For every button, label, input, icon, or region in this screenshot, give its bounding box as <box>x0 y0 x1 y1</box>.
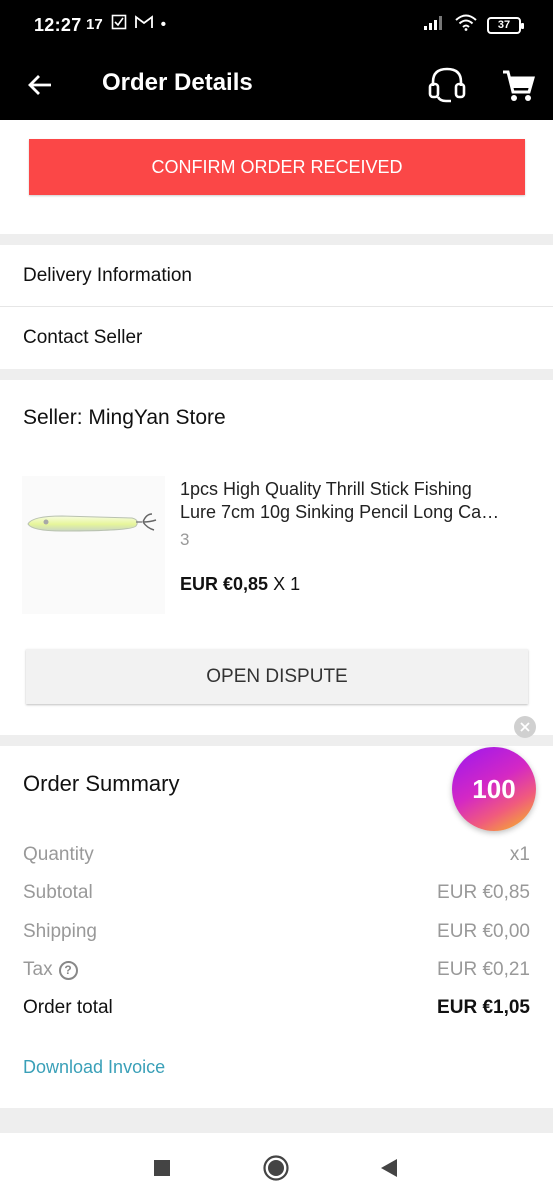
wifi-icon <box>455 14 477 36</box>
open-dispute-button[interactable]: OPEN DISPUTE <box>26 649 528 704</box>
circle-icon <box>263 1155 289 1181</box>
help-icon[interactable]: ? <box>58 960 78 980</box>
arrow-left-icon <box>28 75 51 95</box>
signal-icon <box>423 15 445 36</box>
subtotal-value: EUR €0,85 <box>437 882 530 903</box>
subtotal-label: Subtotal <box>23 882 93 903</box>
gmail-icon <box>134 15 153 33</box>
back-nav-button[interactable] <box>374 1153 404 1183</box>
quantity-value: x1 <box>509 844 530 865</box>
order-summary-title: Order Summary <box>23 771 180 796</box>
status-notification-icons: 17 • <box>86 14 166 34</box>
coin-badge-close-button[interactable] <box>514 716 536 738</box>
shipping-label: Shipping <box>23 921 97 942</box>
product-variant: 3 <box>180 530 190 549</box>
dot-icon: • <box>160 15 166 33</box>
download-invoice-link[interactable]: Download Invoice <box>23 1057 165 1078</box>
cart-button[interactable] <box>500 64 536 104</box>
contact-seller-link[interactable]: Contact Seller <box>0 307 553 369</box>
confirm-section: CONFIRM ORDER RECEIVED <box>0 120 553 234</box>
calendar-notification-icon: 17 <box>86 15 103 33</box>
status-bar: 12:27 17 • 37 <box>0 0 553 50</box>
square-icon <box>154 1160 170 1176</box>
order-total-label: Order total <box>23 997 113 1018</box>
quantity-row: Quantity x1 <box>23 842 530 868</box>
product-title[interactable]: 1pcs High Quality Thrill Stick Fishing L… <box>180 478 532 524</box>
tax-value: EUR €0,21 <box>437 959 530 980</box>
product-quantity: X 1 <box>273 574 301 594</box>
subtotal-row: Subtotal EUR €0,85 <box>23 880 530 906</box>
product-title-line-1: 1pcs High Quality Thrill Stick Fishing <box>180 479 472 499</box>
tax-label: Tax <box>23 959 53 980</box>
cart-icon <box>503 70 535 101</box>
product-price: EUR €0,85 <box>180 574 269 594</box>
coin-reward-badge[interactable]: 100 <box>452 747 536 831</box>
order-links-section: Delivery Information Contact Seller <box>0 245 553 369</box>
recent-apps-button[interactable] <box>147 1153 177 1183</box>
app-bar: Order Details <box>0 50 553 120</box>
triangle-back-icon <box>381 1159 397 1177</box>
product-title-line-2: Lure 7cm 10g Sinking Pencil Long Ca… <box>180 502 500 522</box>
product-image[interactable] <box>22 476 165 614</box>
delivery-information-link[interactable]: Delivery Information <box>0 245 553 307</box>
tax-label-group: Tax ? <box>23 959 78 981</box>
home-button[interactable] <box>261 1153 291 1183</box>
headset-icon <box>428 67 466 103</box>
order-total-value: EUR €1,05 <box>437 997 530 1018</box>
order-total-row: Order total EUR €1,05 <box>23 995 530 1021</box>
quantity-label: Quantity <box>23 844 94 865</box>
confirm-order-received-button[interactable]: CONFIRM ORDER RECEIVED <box>29 139 525 195</box>
back-button[interactable] <box>22 67 58 103</box>
customer-support-button[interactable] <box>426 64 468 104</box>
seller-section: Seller: MingYan Store 1pcs High Quality … <box>0 380 553 735</box>
product-price-line: EUR €0,85 X 1 <box>180 574 300 595</box>
shipping-value: EUR €0,00 <box>437 921 530 942</box>
system-navigation-bar <box>0 1133 553 1200</box>
battery-icon: 37 <box>487 16 524 34</box>
close-icon <box>520 722 530 732</box>
tax-row: Tax ? EUR €0,21 <box>23 957 530 983</box>
shipping-row: Shipping EUR €0,00 <box>23 919 530 945</box>
status-time: 12:27 <box>34 15 82 35</box>
page-title: Order Details <box>102 69 253 96</box>
checkbox-icon <box>111 14 127 34</box>
status-system-icons: 37 <box>423 14 524 36</box>
seller-name[interactable]: Seller: MingYan Store <box>23 406 226 430</box>
